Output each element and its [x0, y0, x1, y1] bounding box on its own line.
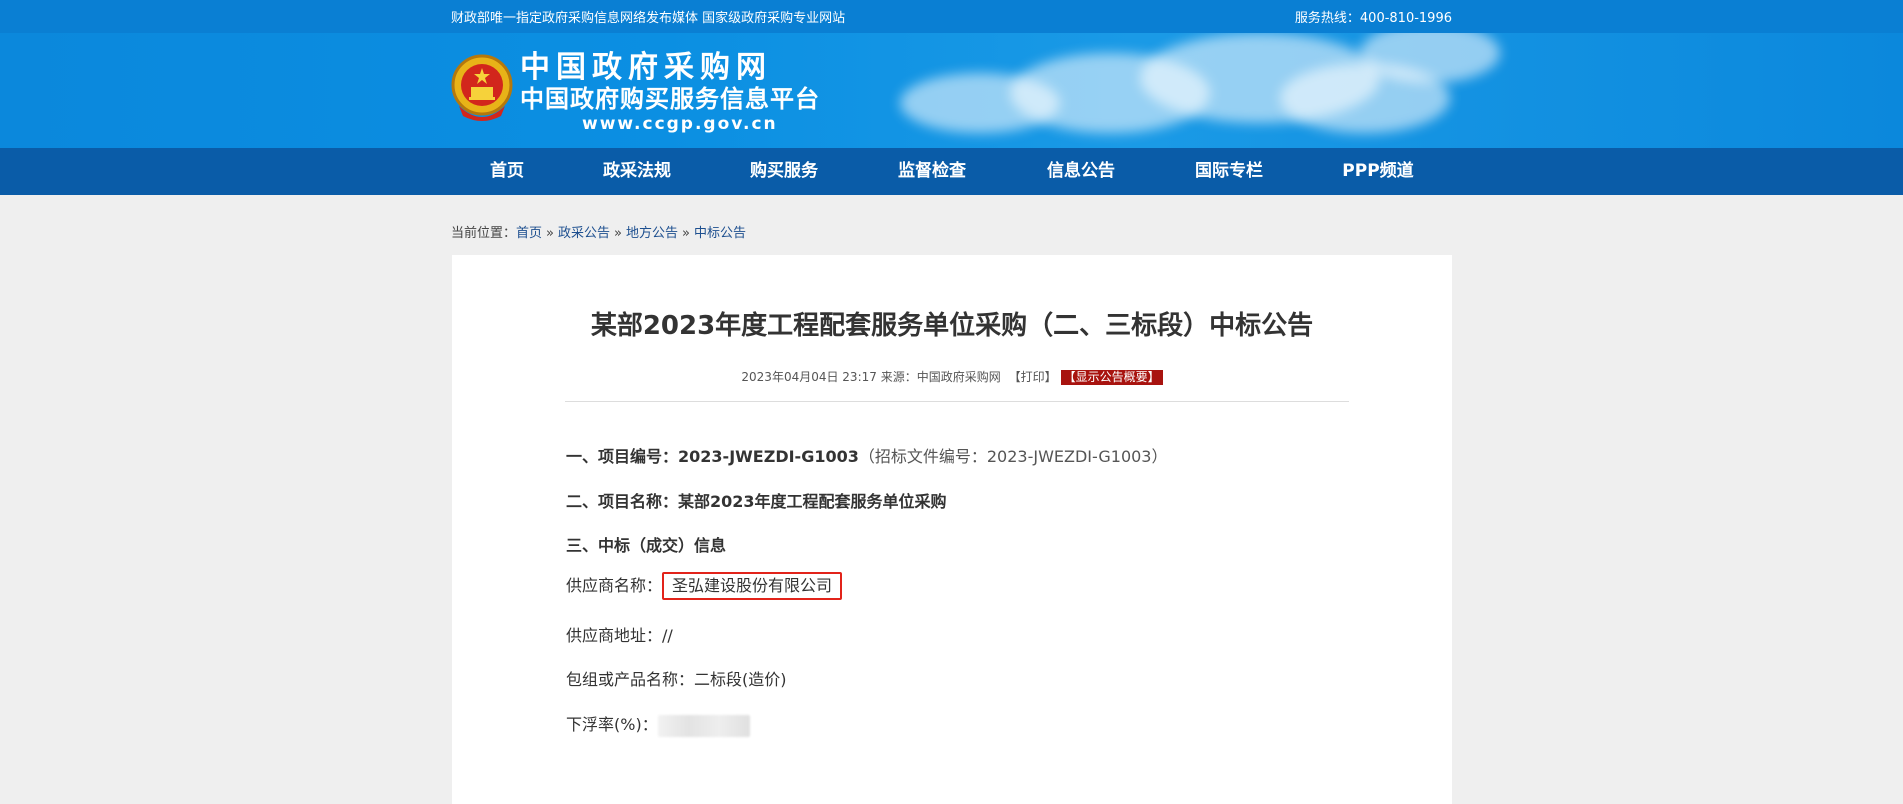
supplier-name-label: 供应商名称： [566, 576, 663, 595]
project-name: 某部2023年度工程配套服务单位采购 [678, 492, 947, 511]
show-summary-button[interactable]: 【显示公告概要】 [1060, 370, 1163, 385]
supplier-name-highlighted: 圣弘建设股份有限公司 [662, 572, 843, 600]
site-logo[interactable]: 中国政府采购网 中国政府购买服务信息平台 www.ccgp.gov.cn [520, 51, 820, 135]
nav-item-ppp[interactable]: PPP频道 [1342, 148, 1413, 195]
print-link[interactable]: 【打印】 [1005, 370, 1061, 384]
redacted-value [657, 714, 750, 737]
supplier-address: // [662, 626, 673, 645]
award-heading: 三、中标（成交）信息 [566, 532, 726, 556]
project-number: 2023-JWEZDI-G1003 [678, 447, 859, 466]
breadcrumb: 当前位置：首页 » 政采公告 » 地方公告 » 中标公告 [451, 222, 746, 241]
package-row: 包组或产品名称：二标段(造价) [566, 666, 787, 690]
supplier-address-label: 供应商地址： [566, 626, 663, 645]
title-divider [565, 401, 1349, 402]
main-nav: 首页 政采法规 购买服务 监督检查 信息公告 国际专栏 PPP频道 [0, 148, 1903, 195]
breadcrumb-procurement-notices[interactable]: 政采公告 [558, 226, 610, 241]
supplier-address-row: 供应商地址：// [566, 622, 673, 646]
nav-item-supervision[interactable]: 监督检查 [898, 148, 966, 195]
discount-row: 下浮率(%)： [566, 711, 750, 737]
logo-subtitle: 中国政府购买服务信息平台 [520, 85, 820, 113]
logo-title: 中国政府采购网 [520, 50, 772, 85]
breadcrumb-separator: » [614, 226, 622, 241]
breadcrumb-award-notices[interactable]: 中标公告 [694, 226, 746, 241]
breadcrumb-separator: » [546, 226, 554, 241]
top-strip: 财政部唯一指定政府采购信息网络发布媒体 国家级政府采购专业网站 服务热线：400… [0, 0, 1903, 33]
project-number-row: 一、项目编号：2023-JWEZDI-G1003（招标文件编号：2023-JWE… [566, 443, 1167, 467]
nav-item-home[interactable]: 首页 [490, 148, 524, 195]
project-name-row: 二、项目名称：某部2023年度工程配套服务单位采购 [566, 488, 947, 512]
nav-item-purchase-services[interactable]: 购买服务 [750, 148, 818, 195]
article-title: 某部2023年度工程配套服务单位采购（二、三标段）中标公告 [590, 311, 1314, 341]
breadcrumb-home[interactable]: 首页 [516, 226, 542, 241]
publish-datetime: 2023年04月04日 23:17 [741, 370, 877, 384]
national-emblem-icon [451, 54, 513, 124]
package-name: 二标段(造价) [694, 670, 787, 689]
breadcrumb-separator: » [682, 226, 690, 241]
service-hotline: 服务热线：400-810-1996 [1294, 11, 1452, 26]
supplier-name-row: 供应商名称： 圣弘建设股份有限公司 [566, 572, 843, 600]
nav-item-international[interactable]: 国际专栏 [1195, 148, 1263, 195]
bid-document-number: （招标文件编号：2023-JWEZDI-G1003） [858, 447, 1168, 466]
project-name-label: 二、项目名称： [566, 492, 679, 511]
breadcrumb-prefix: 当前位置： [451, 226, 517, 241]
package-label: 包组或产品名称： [566, 670, 695, 689]
discount-label: 下浮率(%)： [566, 715, 658, 734]
breadcrumb-local-notices[interactable]: 地方公告 [626, 226, 678, 241]
logo-url: www.ccgp.gov.cn [582, 114, 778, 134]
article-meta: 2023年04月04日 23:17 来源：中国政府采购网 【打印】 【显示公告概要… [452, 368, 1452, 385]
project-number-label: 一、项目编号： [566, 447, 679, 466]
nav-item-announcements[interactable]: 信息公告 [1047, 148, 1115, 195]
site-slogan: 财政部唯一指定政府采购信息网络发布媒体 国家级政府采购专业网站 [451, 11, 846, 26]
award-heading-text: 三、中标（成交）信息 [566, 536, 727, 555]
article-card: 某部2023年度工程配套服务单位采购（二、三标段）中标公告 2023年04月04… [452, 255, 1452, 804]
site-banner: 中国政府采购网 中国政府购买服务信息平台 www.ccgp.gov.cn [0, 33, 1903, 148]
nav-item-regulations[interactable]: 政采法规 [603, 148, 671, 195]
article-source: 来源：中国政府采购网 [880, 370, 1001, 384]
